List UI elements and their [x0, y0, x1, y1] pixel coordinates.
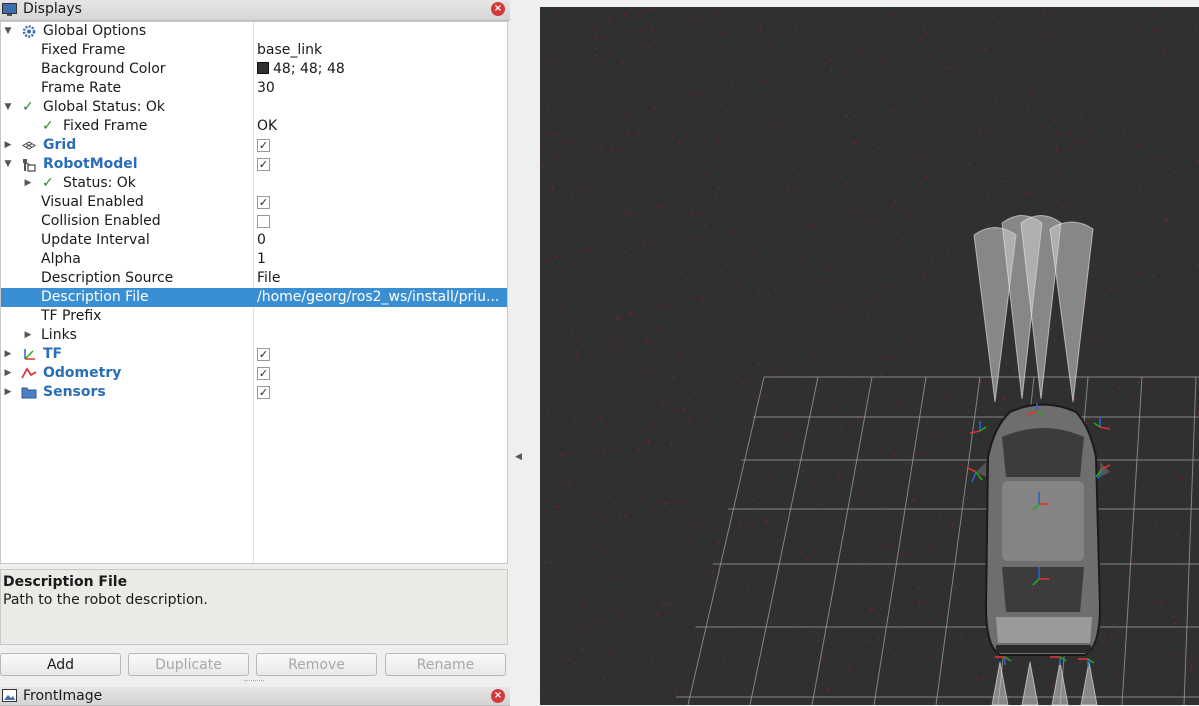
row-value: OK — [257, 117, 507, 136]
checkmark-icon: ✓ — [22, 98, 34, 117]
row-label: Grid — [43, 136, 76, 155]
visual-enabled-checkbox[interactable]: ✓ — [257, 196, 270, 209]
tree-row-description-source[interactable]: Description Source File — [1, 269, 508, 288]
tree-row-update-interval[interactable]: Update Interval 0 — [1, 231, 508, 250]
frontimage-titlebar: FrontImage × — [0, 687, 510, 706]
checkmark-icon: ✓ — [42, 117, 54, 136]
row-value[interactable]: 1 — [257, 250, 507, 269]
tree-row-global-options[interactable]: ▼ Global Options — [1, 22, 508, 41]
displays-tree[interactable]: ▼ Global Options Fixed Frame base_link B… — [0, 21, 508, 564]
ground-grid — [676, 377, 1199, 705]
tree-row-visual-enabled[interactable]: Visual Enabled ✓ — [1, 193, 508, 212]
monitor-icon — [2, 3, 17, 16]
expand-right-icon[interactable]: ▶ — [3, 345, 13, 364]
row-label: Update Interval — [41, 231, 150, 250]
row-value[interactable]: 30 — [257, 79, 507, 98]
folder-icon — [21, 385, 37, 400]
collapse-panel-icon[interactable]: ◀ — [515, 452, 522, 462]
row-label: Description Source — [41, 269, 173, 288]
expand-right-icon[interactable]: ▶ — [3, 383, 13, 402]
displays-title: Displays — [23, 1, 82, 17]
description-title: Description File — [3, 574, 127, 590]
sensors-checkbox[interactable]: ✓ — [257, 386, 270, 399]
tree-row-tf[interactable]: ▶ TF ✓ — [1, 345, 508, 364]
row-label: TF Prefix — [41, 307, 101, 326]
dock-resize-handle[interactable] — [244, 680, 264, 685]
expand-right-icon[interactable]: ▶ — [3, 364, 13, 383]
tree-row-links[interactable]: ▶ Links — [1, 326, 508, 345]
row-label: TF — [43, 345, 62, 364]
duplicate-button[interactable]: Duplicate — [128, 653, 249, 676]
row-label: Status: Ok — [63, 174, 136, 193]
row-value[interactable]: /home/georg/ros2_ws/install/priu... — [257, 288, 507, 307]
displays-titlebar: Displays × — [0, 0, 510, 21]
tree-row-background-color[interactable]: Background Color 48; 48; 48 — [1, 60, 508, 79]
tree-row-grid[interactable]: ▶ Grid ✓ — [1, 136, 508, 155]
row-label: Odometry — [43, 364, 121, 383]
row-value[interactable]: File — [257, 269, 507, 288]
render-scene[interactable] — [540, 7, 1199, 705]
tree-row-robotmodel-status[interactable]: ▶ ✓ Status: Ok — [1, 174, 508, 193]
expand-down-icon[interactable]: ▼ — [3, 22, 13, 41]
close-icon[interactable]: × — [491, 689, 505, 703]
expand-right-icon[interactable]: ▶ — [3, 136, 13, 155]
row-label: Collision Enabled — [41, 212, 161, 231]
tree-row-frame-rate[interactable]: Frame Rate 30 — [1, 79, 508, 98]
expand-down-icon[interactable]: ▼ — [3, 155, 13, 174]
robot-icon — [21, 157, 37, 172]
row-label: Visual Enabled — [41, 193, 144, 212]
axes-icon — [21, 347, 37, 362]
expand-right-icon[interactable]: ▶ — [23, 326, 33, 345]
color-value: 48; 48; 48 — [273, 61, 345, 77]
row-value-color[interactable]: 48; 48; 48 — [257, 60, 507, 79]
add-button[interactable]: Add — [0, 653, 121, 676]
grid-icon — [21, 138, 37, 153]
collision-enabled-checkbox[interactable] — [257, 215, 270, 228]
close-icon[interactable]: × — [491, 2, 505, 16]
expand-right-icon[interactable]: ▶ — [23, 174, 33, 193]
image-icon — [2, 689, 17, 702]
expand-down-icon[interactable]: ▼ — [3, 98, 13, 117]
tf-checkbox[interactable]: ✓ — [257, 348, 270, 361]
row-label: Global Options — [43, 22, 146, 41]
checkmark-icon: ✓ — [42, 174, 54, 193]
odometry-checkbox[interactable]: ✓ — [257, 367, 270, 380]
left-dock: Displays × ▼ Global Options Fixed Frame … — [0, 0, 510, 705]
gear-icon — [21, 24, 37, 39]
tree-row-fixed-frame[interactable]: Fixed Frame base_link — [1, 41, 508, 60]
row-label: Description File — [41, 288, 149, 307]
tree-row-tf-prefix[interactable]: TF Prefix — [1, 307, 508, 326]
row-label: Sensors — [43, 383, 106, 402]
tree-row-robotmodel[interactable]: ▼ RobotModel ✓ — [1, 155, 508, 174]
odometry-icon — [21, 366, 37, 381]
row-label: Links — [41, 326, 77, 345]
row-label: RobotModel — [43, 155, 138, 174]
row-label: Background Color — [41, 60, 166, 79]
row-value[interactable]: base_link — [257, 41, 507, 60]
row-label: Frame Rate — [41, 79, 121, 98]
grid-checkbox[interactable]: ✓ — [257, 139, 270, 152]
row-label: Fixed Frame — [41, 41, 125, 60]
tree-row-status-fixed-frame[interactable]: ✓ Fixed Frame OK — [1, 117, 508, 136]
robot-car-model — [976, 405, 1110, 656]
row-label: Fixed Frame — [63, 117, 147, 136]
remove-button[interactable]: Remove — [256, 653, 377, 676]
description-text: Path to the robot description. — [3, 592, 208, 608]
color-swatch — [257, 62, 269, 74]
row-label: Alpha — [41, 250, 81, 269]
tree-row-collision-enabled[interactable]: Collision Enabled — [1, 212, 508, 231]
robotmodel-checkbox[interactable]: ✓ — [257, 158, 270, 171]
tree-row-global-status[interactable]: ▼ ✓ Global Status: Ok — [1, 98, 508, 117]
row-label: Global Status: Ok — [43, 98, 165, 117]
tree-row-alpha[interactable]: Alpha 1 — [1, 250, 508, 269]
description-box: Description File Path to the robot descr… — [0, 569, 508, 645]
3d-viewport[interactable] — [540, 7, 1199, 705]
tree-row-odometry[interactable]: ▶ Odometry ✓ — [1, 364, 508, 383]
frontimage-title: FrontImage — [23, 688, 102, 704]
row-value[interactable]: 0 — [257, 231, 507, 250]
tree-row-sensors[interactable]: ▶ Sensors ✓ — [1, 383, 508, 402]
rename-button[interactable]: Rename — [385, 653, 506, 676]
tree-row-description-file[interactable]: Description File /home/georg/ros2_ws/ins… — [1, 288, 508, 307]
